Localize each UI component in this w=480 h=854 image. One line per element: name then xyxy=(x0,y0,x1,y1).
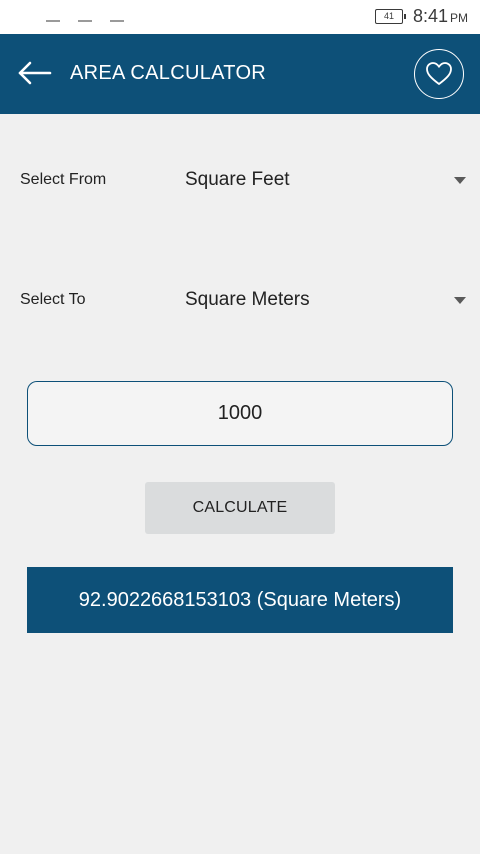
select-from-row: Select From Square Feet xyxy=(0,161,480,201)
select-from-dropdown[interactable]: Square Feet xyxy=(185,161,475,201)
page-title: AREA CALCULATOR xyxy=(70,62,267,84)
clock-time: 8:41 xyxy=(412,6,448,26)
status-right: 41 8:41 PM xyxy=(374,6,468,27)
app-bar: AREA CALCULATOR xyxy=(0,34,480,114)
calculate-button[interactable]: CALCULATE xyxy=(145,482,335,534)
select-to-row: Select To Square Meters xyxy=(0,281,480,321)
select-from-label: Select From xyxy=(20,171,107,188)
clock: 8:41 PM xyxy=(413,6,468,27)
battery-level: 41 xyxy=(383,11,394,21)
clock-period: PM xyxy=(450,11,468,25)
favorite-button[interactable] xyxy=(414,49,464,99)
dropdown-arrow-icon xyxy=(454,297,466,304)
select-to-value: Square Meters xyxy=(185,289,310,310)
value-input-text: 1000 xyxy=(217,402,263,424)
select-to-label: Select To xyxy=(20,291,86,308)
back-button[interactable] xyxy=(16,58,52,88)
result-display: 92.9022668153103 (Square Meters) xyxy=(27,567,453,633)
battery-icon: 41 xyxy=(374,9,406,24)
heart-icon xyxy=(426,62,452,85)
result-text: 92.9022668153103 (Square Meters) xyxy=(78,588,402,611)
select-to-dropdown[interactable]: Square Meters xyxy=(185,281,475,321)
value-input[interactable]: 1000 xyxy=(27,381,453,446)
status-bar: 41 8:41 PM xyxy=(0,0,480,34)
notification-icons xyxy=(46,20,124,22)
select-from-value: Square Feet xyxy=(185,169,290,190)
arrow-left-icon xyxy=(18,61,52,85)
dropdown-arrow-icon xyxy=(454,177,466,184)
